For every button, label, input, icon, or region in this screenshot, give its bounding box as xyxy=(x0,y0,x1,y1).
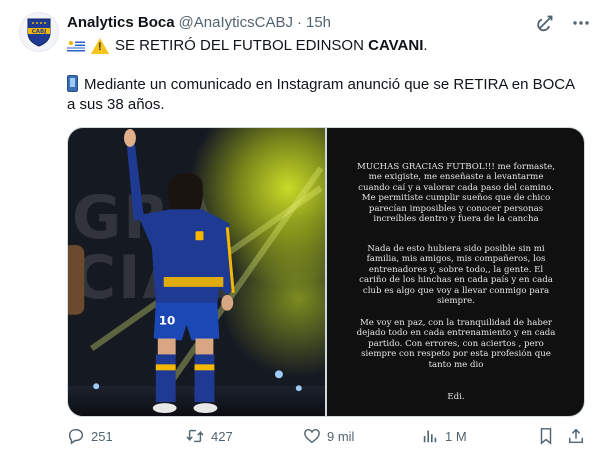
body-text: Mediante un comunicado en Instagram anun… xyxy=(67,76,575,113)
author-handle[interactable]: @AnaIyticsCABJ xyxy=(179,14,293,31)
grok-icon[interactable] xyxy=(534,12,556,34)
headline-text: SE RETIRÓ DEL FUTBOL EDINSON xyxy=(115,37,364,54)
statement-paragraph-3: Me voy en paz, con la tranquilidad de ha… xyxy=(356,318,556,370)
separator-dot: · xyxy=(296,13,302,31)
boca-crest-icon: CABJ xyxy=(27,18,51,47)
tweet-text-line-2: Mediante un comunicado en Instagram anun… xyxy=(67,75,577,115)
reply-icon xyxy=(68,428,84,445)
jersey-number: 10 xyxy=(159,314,176,328)
headline-period: . xyxy=(423,37,428,54)
statement-paragraph-2: Nada de esto hubiera sido posible sin mi… xyxy=(359,244,553,307)
views-count: 1 M xyxy=(445,428,467,444)
warning-icon: ! xyxy=(91,38,109,54)
heart-icon xyxy=(304,428,320,444)
repost-count: 427 xyxy=(211,428,233,444)
share-icon xyxy=(568,428,584,444)
tweet-text-line-1: ! SE RETIRÓ DEL FUTBOL EDINSON CAVANI. xyxy=(67,36,428,56)
author-name[interactable]: Analytics Boca xyxy=(67,14,175,31)
reply-button[interactable]: 251 xyxy=(67,427,113,445)
svg-text:CABJ: CABJ xyxy=(32,29,47,35)
bookmark-button[interactable] xyxy=(538,427,554,445)
cavani-photo[interactable]: GRACIAS 10 xyxy=(68,128,325,416)
bookmark-icon xyxy=(540,428,552,445)
views-button[interactable]: 1 M xyxy=(421,427,467,445)
share-button[interactable] xyxy=(567,427,585,445)
more-icon[interactable] xyxy=(570,12,592,34)
timestamp[interactable]: 15h xyxy=(306,14,331,31)
top-actions xyxy=(534,12,592,34)
tweet-header: Analytics Boca @AnaIyticsCABJ · 15h xyxy=(67,12,331,32)
statement-signature: Edi. xyxy=(447,392,465,402)
analytics-icon xyxy=(423,430,437,443)
headline-bold: CAVANI xyxy=(368,37,424,54)
reply-count: 251 xyxy=(91,428,113,444)
media-grid: GRACIAS 10 xyxy=(67,127,585,417)
mobile-phone-icon xyxy=(67,75,78,92)
repost-button[interactable]: 427 xyxy=(185,427,233,445)
like-button[interactable]: 9 mil xyxy=(303,427,354,445)
uruguay-flag-icon xyxy=(67,39,85,53)
avatar[interactable]: CABJ xyxy=(19,12,59,52)
statement-image[interactable]: MUCHAS GRACIAS FUTBOL!!! me formaste, me… xyxy=(327,128,584,416)
tweet[interactable]: CABJ Analytics Boca @AnaIyticsCABJ · 15h… xyxy=(0,0,606,450)
like-count: 9 mil xyxy=(327,428,355,444)
player-figure: 10 xyxy=(68,128,302,414)
repost-icon xyxy=(186,429,204,443)
statement-paragraph-1: MUCHAS GRACIAS FUTBOL!!! me formaste, me… xyxy=(357,162,555,225)
action-bar: 251 427 9 mil 1 M xyxy=(67,427,587,450)
